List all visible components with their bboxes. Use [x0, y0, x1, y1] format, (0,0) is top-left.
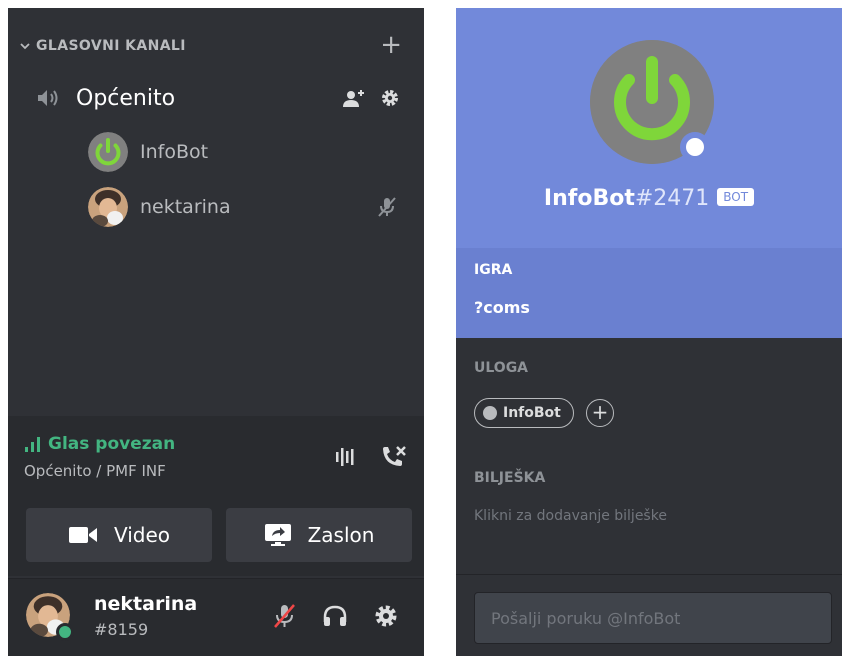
speaker-icon	[38, 90, 58, 106]
power-icon	[88, 132, 128, 172]
video-button-label: Video	[113, 523, 171, 547]
note-field[interactable]: Klikni za dodavanje bilješke	[474, 508, 667, 524]
microphone-muted-icon[interactable]	[272, 603, 296, 629]
profile-discriminator: #2471	[634, 186, 710, 211]
voice-user-name: InfoBot	[140, 141, 209, 163]
user-actions	[272, 603, 398, 629]
voice-status-label: Glas povezan	[48, 434, 176, 454]
bot-badge: BOT	[717, 188, 755, 206]
profile-username: InfoBot	[543, 186, 635, 211]
voice-connection-panel: Glas povezan Općenito / PMF INF Video Za…	[8, 416, 424, 576]
message-input[interactable]	[475, 593, 831, 643]
noise-suppression-icon[interactable]	[334, 446, 358, 468]
divider	[456, 574, 842, 575]
roles-label: ULOGA	[474, 360, 529, 376]
role-color-dot	[483, 406, 497, 420]
signal-bars-icon	[25, 437, 40, 452]
note-label: BILJEŠKA	[474, 470, 546, 486]
user-avatar[interactable]	[26, 593, 74, 641]
headphones-icon[interactable]	[322, 604, 348, 628]
chevron-down-icon	[20, 43, 30, 50]
voice-category-header[interactable]: GLASOVNI KANALI +	[20, 32, 412, 58]
microphone-muted-icon	[378, 197, 396, 217]
status-dot	[680, 132, 710, 162]
video-button[interactable]: Video	[26, 508, 212, 562]
voice-channel-name: Općenito	[76, 85, 176, 111]
message-box	[474, 592, 832, 644]
channel-actions	[342, 88, 400, 108]
activity-value: ?coms	[474, 298, 530, 317]
voice-user-infobot[interactable]: InfoBot	[88, 130, 408, 174]
profile-name-row: InfoBot#2471 BOT	[456, 186, 842, 211]
screen-share-icon	[264, 524, 291, 546]
add-user-icon[interactable]	[342, 88, 366, 108]
screen-share-button-label: Zaslon	[307, 523, 375, 547]
online-status-dot	[56, 623, 74, 641]
profile-activity-section	[456, 248, 842, 338]
plus-icon[interactable]: +	[380, 32, 402, 58]
app-root: GLASOVNI KANALI + Općenito InfoBot nekta…	[0, 0, 842, 656]
gear-icon[interactable]	[380, 88, 400, 108]
channel-sidebar: GLASOVNI KANALI + Općenito InfoBot nekta…	[8, 8, 424, 656]
voice-status[interactable]: Glas povezan	[24, 434, 175, 454]
user-panel: nektarina #8159	[8, 578, 424, 656]
voice-category-label: GLASOVNI KANALI	[36, 38, 186, 54]
role-name: InfoBot	[503, 405, 561, 421]
avatar	[88, 187, 128, 227]
voice-location[interactable]: Općenito / PMF INF	[24, 462, 166, 480]
user-tag: #8159	[94, 620, 149, 639]
screen-share-button[interactable]: Zaslon	[226, 508, 412, 562]
video-camera-icon	[68, 527, 97, 543]
voice-user-name: nektarina	[140, 196, 231, 218]
voice-actions	[334, 444, 408, 470]
profile-popout: InfoBot#2471 BOT IGRA ?coms ULOGA InfoBot…	[456, 8, 842, 656]
disconnect-icon[interactable]	[380, 444, 408, 470]
voice-user-nektarina[interactable]: nektarina	[88, 185, 408, 229]
gear-icon[interactable]	[374, 604, 398, 628]
voice-channel-opcenito[interactable]: Općenito	[36, 80, 410, 116]
activity-label: IGRA	[474, 262, 513, 278]
add-role-button[interactable]: +	[586, 399, 614, 427]
profile-header: InfoBot#2471 BOT IGRA ?coms	[456, 8, 842, 338]
user-name[interactable]: nektarina	[94, 593, 197, 615]
role-pill[interactable]: InfoBot	[474, 398, 574, 428]
